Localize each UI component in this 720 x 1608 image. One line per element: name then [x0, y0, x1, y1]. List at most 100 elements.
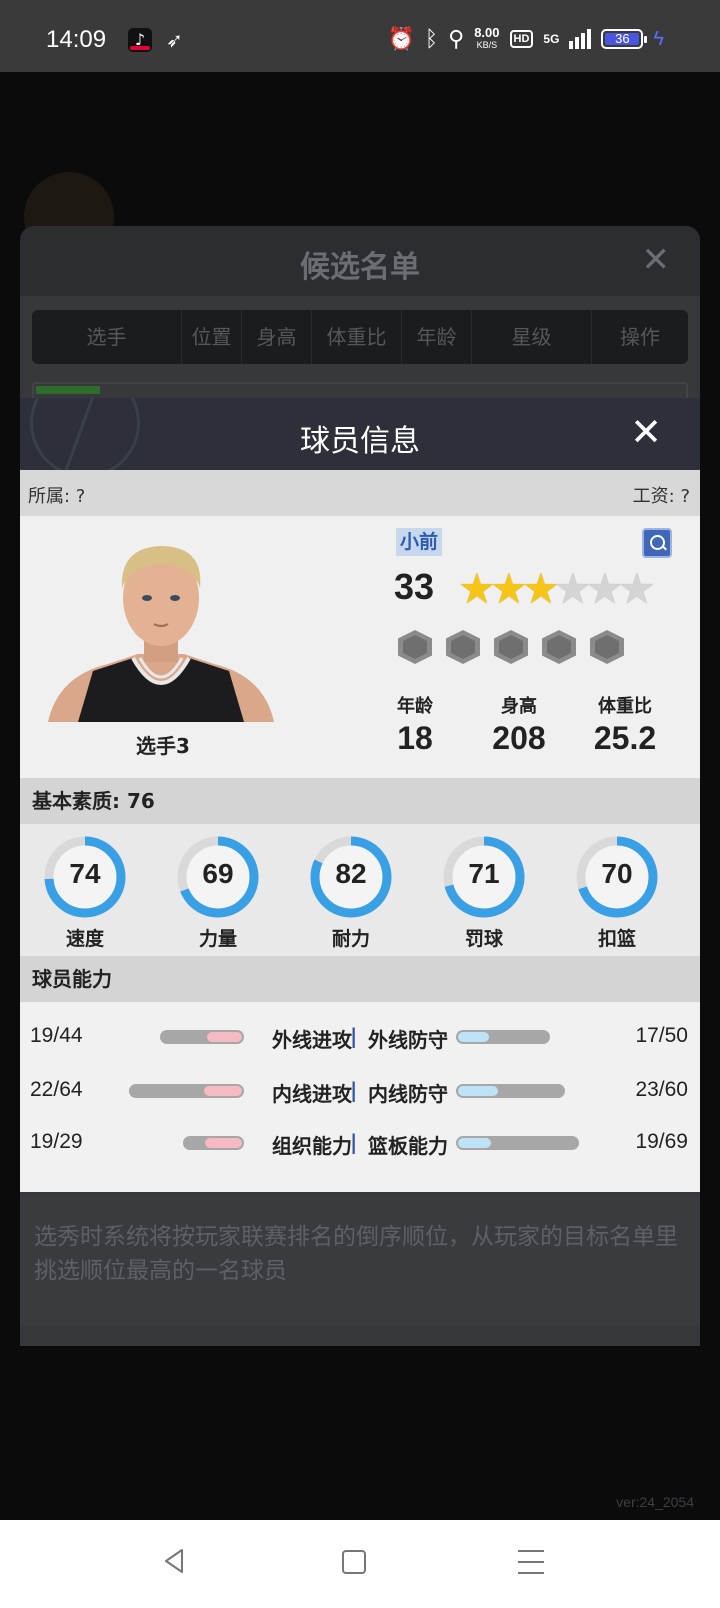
bio-height: 身高 208	[464, 692, 574, 757]
column-action: 操作	[620, 325, 660, 349]
network-type: 5G	[543, 32, 560, 46]
star-rating: ★ ★ ★ ★ ★ ★	[458, 564, 656, 613]
candidate-note-area: 选秀时系统将按玩家联赛排名的倒序顺位，从玩家的目标名单里挑选顺位最高的一名球员	[20, 1196, 700, 1326]
column-weight-ratio: 体重比	[312, 310, 402, 364]
ability-left-value: 22/64	[30, 1078, 83, 1101]
location-icon: ⚲	[448, 26, 465, 51]
attribute-item: 71 罚球	[439, 834, 529, 951]
star-filled-icon: ★	[458, 564, 496, 613]
ability-separator: |	[350, 1130, 358, 1154]
player-info-header: 球员信息 ✕	[20, 398, 700, 470]
ability-right-label: 篮板能力	[368, 1134, 448, 1158]
bio-age: 年龄 18	[360, 692, 470, 757]
hd-badge: HD	[509, 30, 534, 48]
arrow-app-icon: ➶	[166, 28, 183, 52]
basic-quality-header: 基本素质: 76	[20, 778, 700, 824]
attribute-value: 70	[601, 858, 633, 889]
bio-value: 18	[397, 720, 433, 756]
version-label: ver:24_2054	[616, 1494, 694, 1510]
screen: 14:09 ♪ ➶ ⏰ ᛒ ⚲ 8.00 KB/S HD 5G 36 ϟ 候选名…	[0, 0, 720, 1608]
player-profile: 选手3 小前 33 ★ ★ ★ ★ ★ ★ 年龄 18 身高 208 体重比 2…	[20, 516, 700, 778]
player-name: 选手3	[136, 734, 190, 758]
candidate-list-header: 候选名单 ✕	[20, 226, 700, 296]
attribute-label: 耐力	[331, 928, 370, 950]
menu-icon[interactable]	[518, 1550, 544, 1574]
attribute-item: 74 速度	[40, 834, 130, 951]
attribute-item: 69 力量	[173, 834, 263, 951]
column-height: 身高	[242, 310, 312, 364]
bio-value: 25.2	[593, 720, 657, 756]
position-badge: 小前	[396, 528, 443, 556]
back-icon[interactable]	[160, 1546, 190, 1576]
ability-right-bar-fill	[458, 1138, 491, 1148]
skill-slot-icon[interactable]	[398, 630, 432, 664]
status-time: 14:09	[46, 26, 107, 53]
player-ability-header: 球员能力	[20, 956, 700, 1002]
candidate-list-title: 候选名单	[300, 250, 420, 285]
attribute-item: 70 扣篮	[572, 834, 662, 951]
battery-icon: 36	[601, 29, 648, 49]
column-player: 选手	[32, 310, 182, 364]
signal-icon	[569, 29, 592, 49]
ability-left-label: 内线进攻	[272, 1082, 352, 1106]
skill-slot-icon[interactable]	[542, 630, 576, 664]
ability-separator: |	[350, 1078, 358, 1102]
bio-label: 身高	[501, 696, 537, 717]
ability-right-bar	[456, 1084, 565, 1098]
ability-right-label: 内线防守	[368, 1082, 448, 1106]
ability-left-bar-fill	[204, 1086, 242, 1096]
skill-slot-icon[interactable]	[494, 630, 528, 664]
ability-separator: |	[350, 1024, 358, 1048]
attribute-ring: 69	[175, 834, 261, 920]
home-icon[interactable]	[342, 1550, 366, 1574]
affiliation-text: 所属: ?	[28, 486, 86, 507]
player-info-title: 球员信息	[300, 424, 420, 459]
ability-right-bar-fill	[458, 1032, 489, 1042]
tiktok-app-icon: ♪	[128, 28, 152, 52]
attribute-value: 82	[335, 858, 367, 889]
network-speed: 8.00 KB/S	[474, 26, 499, 52]
ability-left-label: 外线进攻	[272, 1028, 352, 1052]
ability-right-value: 17/50	[635, 1024, 688, 1047]
attribute-label: 速度	[65, 928, 104, 950]
skill-slots	[398, 630, 624, 664]
player-portrait	[48, 546, 274, 722]
attribute-value: 69	[202, 858, 234, 889]
ability-right-value: 23/60	[635, 1078, 688, 1101]
attribute-value: 71	[468, 858, 500, 889]
ability-right-value: 19/69	[635, 1130, 688, 1153]
battery-level: 36	[615, 31, 630, 46]
column-stars: 星级	[472, 310, 592, 364]
bio-weight-ratio: 体重比 25.2	[570, 692, 680, 757]
star-empty-icon: ★	[554, 564, 592, 613]
ability-right-bar-fill	[458, 1086, 498, 1096]
ability-row: 19/44 外线进攻 | 外线防守 17/50	[20, 1022, 700, 1052]
navigation-bar	[0, 1520, 720, 1608]
candidate-close-icon[interactable]: ✕	[642, 240, 671, 280]
alarm-icon: ⏰	[387, 26, 415, 51]
bio-value: 208	[492, 720, 546, 756]
column-age: 年龄	[402, 310, 472, 364]
status-icons: ⏰ ᛒ ⚲ 8.00 KB/S HD 5G 36 ϟ	[387, 24, 664, 54]
search-icon[interactable]	[642, 528, 672, 558]
ability-left-value: 19/44	[30, 1024, 83, 1047]
attribute-label: 扣篮	[597, 928, 636, 950]
star-empty-icon: ★	[618, 564, 656, 613]
charging-icon: ϟ	[653, 27, 664, 50]
bio-label: 年龄	[397, 696, 433, 717]
player-info-modal: 球员信息 ✕ 所属: ? 工资: ? 选手3 小前 33 ★ ★ ★ ★ ★ ★…	[20, 398, 700, 1192]
ability-right-label: 外线防守	[368, 1028, 448, 1052]
attribute-label: 罚球	[464, 928, 503, 950]
ability-left-bar	[183, 1136, 244, 1150]
star-filled-icon: ★	[522, 564, 560, 613]
attribute-ring: 71	[441, 834, 527, 920]
skill-slot-icon[interactable]	[446, 630, 480, 664]
attribute-ring: 70	[574, 834, 660, 920]
salary-text: 工资: ?	[632, 486, 690, 507]
skill-slot-icon[interactable]	[590, 630, 624, 664]
ability-right-bar	[456, 1136, 579, 1150]
bio-label: 体重比	[598, 696, 652, 717]
close-icon[interactable]: ✕	[630, 410, 662, 454]
attribute-ring: 74	[42, 834, 128, 920]
ability-bars: 19/44 外线进攻 | 外线防守 17/50 22/64 内线进攻 | 内线防守 23/60 19…	[20, 1002, 700, 1192]
